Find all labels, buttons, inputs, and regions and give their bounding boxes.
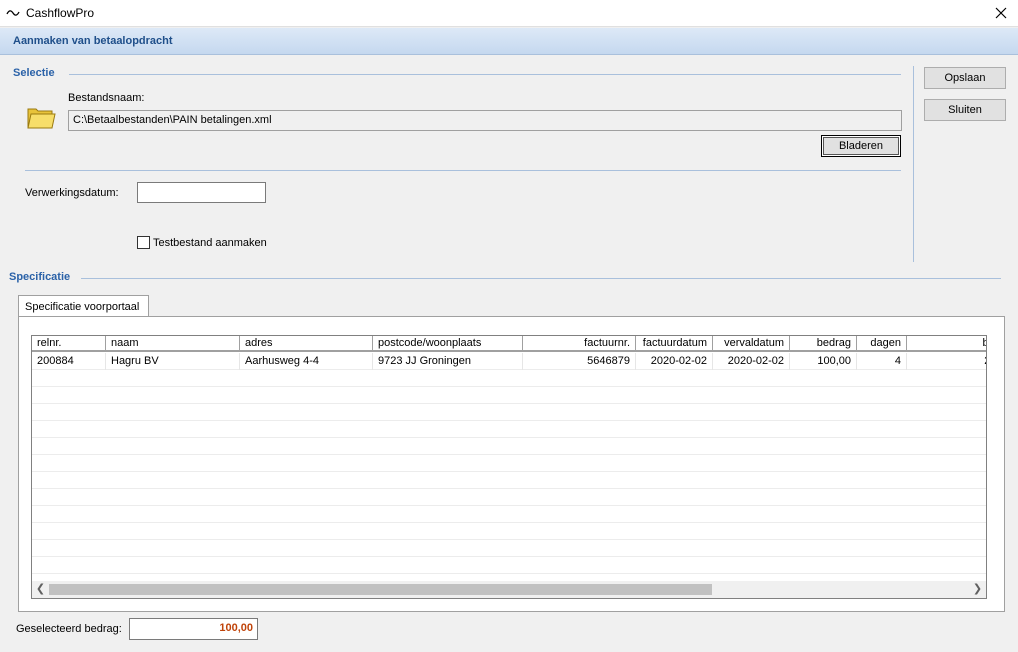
table-row <box>32 557 986 574</box>
column-header-naam[interactable]: naam <box>106 336 240 351</box>
close-icon <box>995 7 1007 19</box>
grid-header: relnr. naam adres postcode/woonplaats fa… <box>32 336 986 352</box>
save-button[interactable]: Opslaan <box>924 67 1006 89</box>
date-input[interactable] <box>137 182 266 203</box>
cell-betaling: 200884 <box>907 353 986 370</box>
table-row <box>32 472 986 489</box>
table-row <box>32 370 986 387</box>
divider <box>81 278 1001 279</box>
cell-naam: Hagru BV <box>106 353 240 370</box>
test-checkbox[interactable] <box>137 236 150 249</box>
column-header-dagen[interactable]: dagen <box>857 336 907 351</box>
title-bar: CashflowPro <box>0 0 1018 27</box>
cell-bedrag: 100,00 <box>790 353 857 370</box>
column-header-factuurnr[interactable]: factuurnr. <box>523 336 636 351</box>
test-checkbox-label: Testbestand aanmaken <box>153 237 267 249</box>
horizontal-scrollbar[interactable]: ❮ ❯ <box>32 581 986 598</box>
page-title: Aanmaken van betaalopdracht <box>13 35 173 47</box>
cell-factuurnr: 5646879 <box>523 353 636 370</box>
column-header-vervaldatum[interactable]: vervaldatum <box>713 336 790 351</box>
specification-grid[interactable]: relnr. naam adres postcode/woonplaats fa… <box>31 335 987 599</box>
header-band: Aanmaken van betaalopdracht <box>0 28 1018 55</box>
section-title-specificatie: Specificatie <box>9 271 71 283</box>
window-title: CashflowPro <box>26 6 95 20</box>
cell-factuurdatum: 2020-02-02 <box>636 353 713 370</box>
filename-field[interactable]: C:\Betaalbestanden\PAIN betalingen.xml <box>68 110 902 131</box>
divider <box>69 74 901 75</box>
column-header-adres[interactable]: adres <box>240 336 373 351</box>
app-icon <box>6 10 20 16</box>
browse-button[interactable]: Bladeren <box>821 135 901 157</box>
close-window-button[interactable] <box>984 0 1018 27</box>
table-row <box>32 455 986 472</box>
column-header-bedrag[interactable]: bedrag <box>790 336 857 351</box>
close-button[interactable]: Sluiten <box>924 99 1006 121</box>
cell-dagen: 4 <box>857 353 907 370</box>
cell-postcode-woonplaats: 9723 JJ Groningen <box>373 353 523 370</box>
divider <box>913 66 914 262</box>
selected-amount-field: 100,00 <box>129 618 258 640</box>
table-row <box>32 523 986 540</box>
section-title-selectie: Selectie <box>13 67 55 79</box>
table-row <box>32 540 986 557</box>
table-row <box>32 421 986 438</box>
column-header-postcode-woonplaats[interactable]: postcode/woonplaats <box>373 336 523 351</box>
column-header-relnr[interactable]: relnr. <box>32 336 106 351</box>
table-row <box>32 404 986 421</box>
folder-icon <box>27 108 56 129</box>
table-row <box>32 438 986 455</box>
column-header-betaling[interactable]: betaling <box>907 336 986 351</box>
scroll-left-icon[interactable]: ❮ <box>32 581 49 598</box>
table-row <box>32 506 986 523</box>
tab-specificatie-voorportaal[interactable]: Specificatie voorportaal <box>18 295 149 317</box>
table-row[interactable]: 200884 Hagru BV Aarhusweg 4-4 9723 JJ Gr… <box>32 353 986 370</box>
cell-vervaldatum: 2020-02-02 <box>713 353 790 370</box>
scroll-right-icon[interactable]: ❯ <box>969 581 986 598</box>
date-label: Verwerkingsdatum: <box>25 187 119 199</box>
divider <box>25 170 901 171</box>
scrollbar-thumb[interactable] <box>49 584 712 595</box>
selected-amount-label: Geselecteerd bedrag: <box>16 623 122 635</box>
table-row <box>32 489 986 506</box>
filename-label: Bestandsnaam: <box>68 92 145 104</box>
column-header-factuurdatum[interactable]: factuurdatum <box>636 336 713 351</box>
table-row <box>32 387 986 404</box>
cell-adres: Aarhusweg 4-4 <box>240 353 373 370</box>
cell-relnr: 200884 <box>32 353 106 370</box>
